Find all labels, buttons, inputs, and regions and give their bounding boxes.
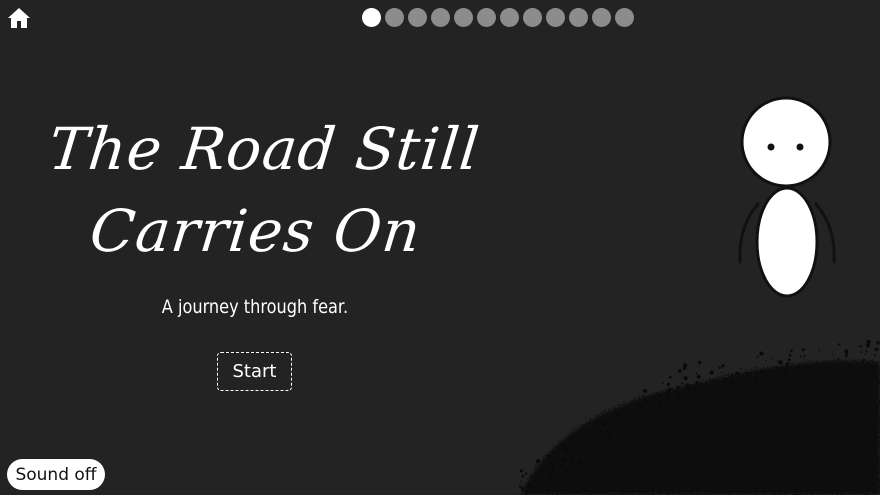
- character-left-arm: [738, 202, 760, 264]
- character-right-eye: [796, 143, 804, 151]
- progress-dot[interactable]: [569, 8, 588, 27]
- game-stage: The Road Still Carries On A journey thro…: [0, 0, 880, 495]
- home-button[interactable]: [7, 7, 31, 29]
- character-body: [755, 186, 819, 298]
- progress-dot[interactable]: [546, 8, 565, 27]
- progress-dots: [362, 8, 634, 28]
- progress-dot[interactable]: [592, 8, 611, 27]
- progress-dot[interactable]: [431, 8, 450, 27]
- progress-dot[interactable]: [615, 8, 634, 27]
- ground-shape: [520, 360, 880, 495]
- title-line-2: Carries On: [86, 197, 425, 265]
- dark-ground-mound: [518, 340, 880, 495]
- game-title: The Road Still Carries On: [31, 108, 488, 272]
- character-left-eye: [767, 143, 775, 151]
- progress-dot[interactable]: [454, 8, 473, 27]
- progress-dot[interactable]: [500, 8, 519, 27]
- progress-dot[interactable]: [408, 8, 427, 27]
- subtitle: A journey through fear.: [161, 296, 349, 318]
- title-line-1: The Road Still: [45, 115, 483, 183]
- home-icon: [8, 8, 30, 28]
- start-button[interactable]: Start: [217, 352, 292, 391]
- character-right-arm: [814, 202, 836, 264]
- progress-dot[interactable]: [523, 8, 542, 27]
- progress-dot[interactable]: [362, 8, 381, 27]
- sound-toggle-button[interactable]: Sound off: [7, 459, 105, 490]
- progress-dot[interactable]: [385, 8, 404, 27]
- progress-dot[interactable]: [477, 8, 496, 27]
- character-head: [740, 96, 832, 188]
- stick-character: [738, 96, 836, 298]
